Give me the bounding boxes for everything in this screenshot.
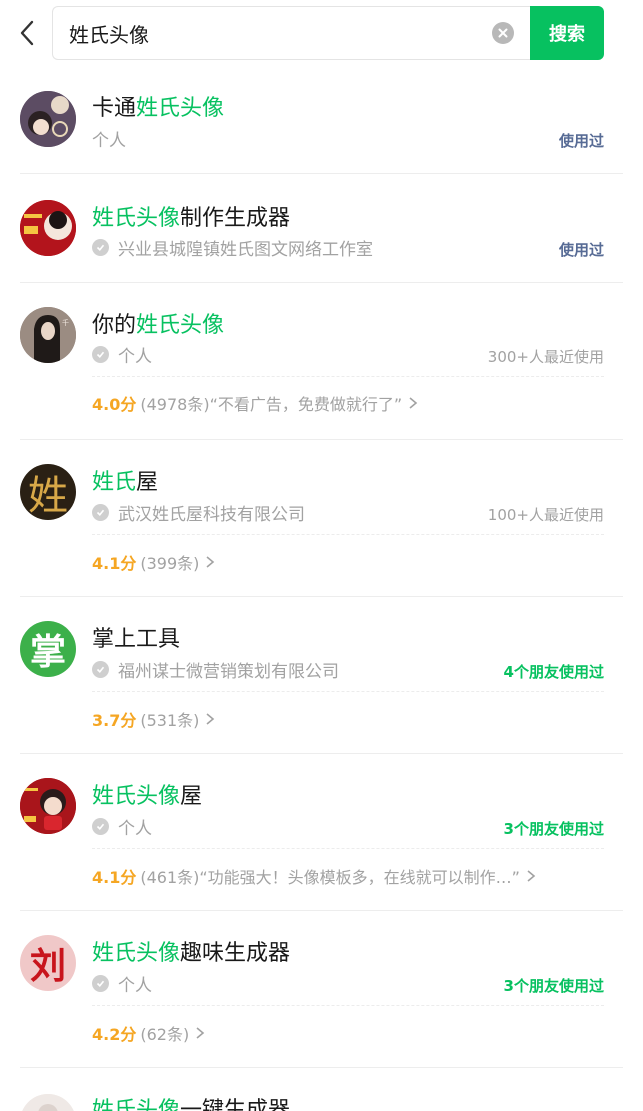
chevron-right-icon [526,869,536,883]
review-count: (399条) [140,554,200,573]
rating-score: 4.1分 [92,554,137,573]
list-item[interactable]: 姓氏头像制作生成器 兴业县城隍镇姓氏图文网络工作室 使用过 [0,174,643,283]
rating-score: 3.7分 [92,711,137,730]
rating-row[interactable]: 4.1分 (461条) “功能强大！头像模板多，在线就可以制作…” [92,864,536,888]
rating-score: 4.2分 [92,1025,137,1044]
result-title: 姓氏屋 [92,470,159,495]
list-item[interactable]: 姓氏头像一键生成器 [0,1068,643,1111]
owner-label: 个人 [92,971,152,996]
gold-character-avatar: 姓 [20,464,76,520]
review-count: (4978条) [140,395,210,414]
result-list: 卡通姓氏头像 个人 使用过 姓氏头像制作生成器 兴业县城隍镇姓氏图文网络工作室 … [0,66,643,1111]
list-item[interactable]: 姓 姓氏屋 武汉姓氏屋科技有限公司 100+人最近使用 4.1分 (399条) [0,440,643,597]
result-title: 你的姓氏头像 [92,313,225,338]
green-character-avatar: 掌 [20,621,76,677]
red-calligraphy-avatar: 刘 [20,935,76,991]
verified-icon [92,239,109,256]
avatar-character: 刘 [29,945,66,987]
owner-label: 个人 [92,131,126,151]
search-box[interactable] [52,6,530,60]
dashed-divider [92,534,604,535]
list-item[interactable]: 千 你的姓氏头像 个人 300+人最近使用 4.0分 (4978条) “不看广告… [0,283,643,440]
chevron-right-icon [195,1026,205,1040]
owner-label: 个人 [92,342,152,367]
chevron-right-icon [205,712,215,726]
review-count: (461条) [140,868,200,887]
clear-icon[interactable] [492,22,514,44]
verified-icon [92,818,109,835]
search-button[interactable]: 搜索 [530,6,604,60]
list-item[interactable]: 掌 掌上工具 福州谋士微营销策划有限公司 4个朋友使用过 3.7分 (531条) [0,597,643,754]
result-title: 姓氏头像屋 [92,784,203,809]
result-title: 姓氏头像一键生成器 [92,1098,291,1111]
usage-badge: 3个朋友使用过 [503,820,604,838]
owner-label: 福州谋士微营销策划有限公司 [92,657,339,682]
rating-row[interactable]: 3.7分 (531条) [92,707,215,731]
chevron-right-icon [205,555,215,569]
back-arrow-icon [20,20,34,46]
usage-badge: 使用过 [558,241,604,259]
rating-row[interactable]: 4.0分 (4978条) “不看广告，免费做就行了” [92,391,418,415]
usage-badge: 4个朋友使用过 [503,663,604,681]
dashed-divider [92,848,604,849]
usage-badge: 300+人最近使用 [487,348,604,366]
long-hair-girl-avatar: 千 [20,307,76,363]
result-title: 掌上工具 [92,627,181,652]
review-count: (62条) [140,1025,190,1044]
verified-icon [92,504,109,521]
svg-text:千: 千 [62,318,69,327]
verified-icon [92,661,109,678]
back-button[interactable] [12,14,42,52]
list-item[interactable]: 刘 姓氏头像趣味生成器 个人 3个朋友使用过 4.2分 (62条) [0,911,643,1068]
list-item[interactable]: 姓氏头像屋 个人 3个朋友使用过 4.1分 (461条) “功能强大！头像模板多… [0,754,643,911]
review-count: (531条) [140,711,200,730]
verified-icon [92,346,109,363]
result-title: 姓氏头像趣味生成器 [92,941,291,966]
red-cartoon-kid-avatar [20,778,76,834]
dashed-divider [92,376,604,377]
cartoon-girl-avatar [20,91,76,147]
avatar-character: 姓 [28,473,68,519]
usage-badge: 使用过 [558,132,604,150]
review-quote: “不看广告，免费做就行了” [209,395,403,414]
verified-icon [92,975,109,992]
chevron-right-icon [408,396,418,410]
dashed-divider [92,1005,604,1006]
red-new-year-avatar [20,200,76,256]
list-item[interactable]: 卡通姓氏头像 个人 使用过 [0,66,643,174]
dashed-divider [92,691,604,692]
rating-score: 4.0分 [92,395,137,414]
review-quote: “功能强大！头像模板多，在线就可以制作…” [199,868,520,887]
owner-label: 武汉姓氏屋科技有限公司 [92,500,305,525]
result-title: 姓氏头像制作生成器 [92,206,291,231]
rating-score: 4.1分 [92,868,137,887]
rating-row[interactable]: 4.2分 (62条) [92,1021,205,1045]
avatar-character: 掌 [29,632,66,673]
white-flower-avatar [20,1094,76,1111]
search-bar: 搜索 [0,0,643,66]
usage-badge: 3个朋友使用过 [503,977,604,995]
owner-label: 兴业县城隍镇姓氏图文网络工作室 [92,235,373,260]
rating-row[interactable]: 4.1分 (399条) [92,550,215,574]
owner-label: 个人 [92,814,152,839]
search-input[interactable] [69,7,479,59]
result-title: 卡通姓氏头像 [92,96,225,121]
usage-badge: 100+人最近使用 [487,506,604,524]
